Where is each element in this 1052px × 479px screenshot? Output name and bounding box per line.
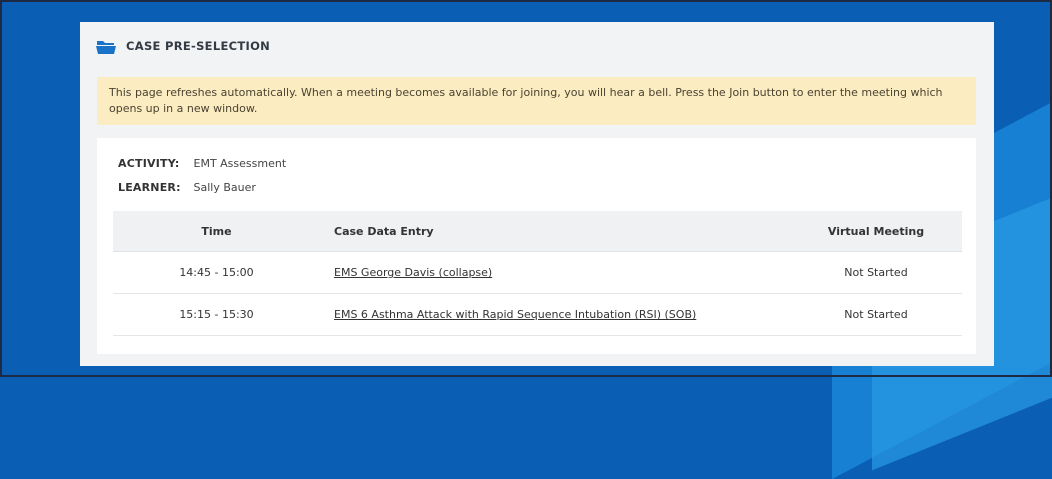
case-table: Time Case Data Entry Virtual Meeting 14:… [113,211,962,336]
activity-label: ACTIVITY: [118,157,180,170]
learner-row: LEARNER: Sally Bauer [118,181,256,194]
column-header-meeting: Virtual Meeting [790,211,962,252]
learner-value: Sally Bauer [193,181,256,194]
column-header-time: Time [113,211,320,252]
row-meeting-status: Not Started [790,251,962,294]
auto-refresh-notice: This page refreshes automatically. When … [97,77,976,125]
table-row: 14:45 - 15:00 EMS George Davis (collapse… [113,251,962,294]
row-meeting-status: Not Started [790,293,962,336]
table-header-row: Time Case Data Entry Virtual Meeting [113,211,962,252]
activity-row: ACTIVITY: EMT Assessment [118,157,286,170]
panel-header: CASE PRE-SELECTION [96,39,271,54]
row-time: 14:45 - 15:00 [113,251,320,294]
column-header-case: Case Data Entry [320,211,790,252]
table-row: 15:15 - 15:30 EMS 6 Asthma Attack with R… [113,293,962,336]
case-link[interactable]: EMS 6 Asthma Attack with Rapid Sequence … [334,308,696,321]
case-preselection-panel: CASE PRE-SELECTION This page refreshes a… [80,22,994,366]
row-case-cell: EMS George Davis (collapse) [320,251,790,294]
activity-value: EMT Assessment [193,157,287,170]
row-time: 15:15 - 15:30 [113,293,320,336]
learner-label: LEARNER: [118,181,181,194]
page-title: CASE PRE-SELECTION [126,39,271,53]
case-link[interactable]: EMS George Davis (collapse) [334,266,492,279]
row-case-cell: EMS 6 Asthma Attack with Rapid Sequence … [320,293,790,336]
folder-open-icon [96,39,116,54]
case-details-card: ACTIVITY: EMT Assessment LEARNER: Sally … [97,138,976,354]
